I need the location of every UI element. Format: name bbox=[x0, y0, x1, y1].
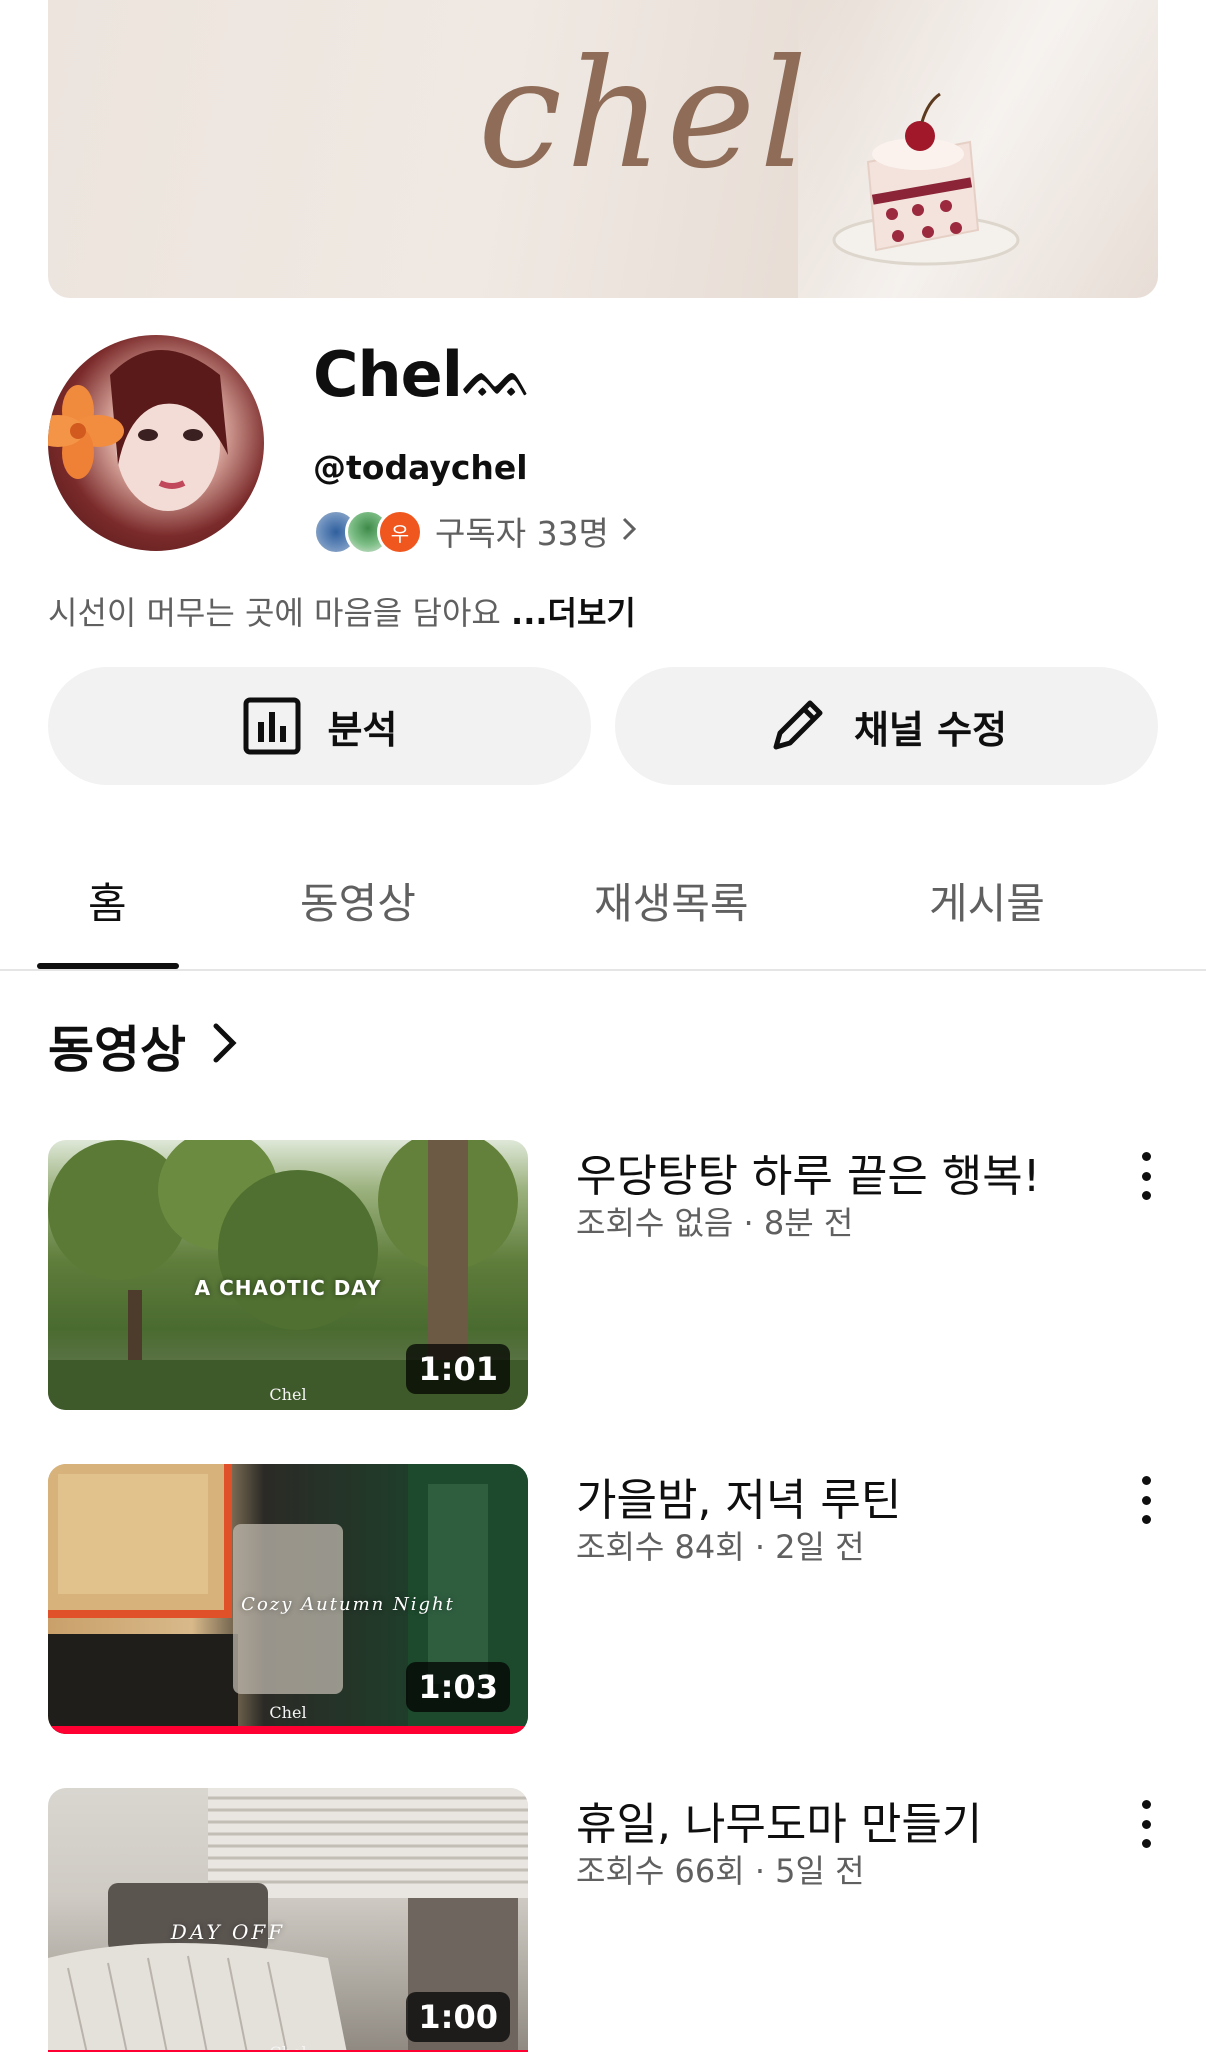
video-item[interactable]: Cozy Autumn Night Chel 1:03 가을밤, 저녁 루틴 조… bbox=[0, 1464, 1206, 1734]
channel-name-ornament: ᨐ bbox=[461, 338, 535, 411]
video-thumbnail[interactable]: A CHAOTIC DAY Chel 1:01 bbox=[48, 1140, 528, 1410]
tab-playlists[interactable]: 재생목록 bbox=[594, 870, 749, 931]
tab-posts[interactable]: 게시물 bbox=[929, 870, 1045, 931]
subscriber-avatars: 우 bbox=[313, 505, 425, 557]
pencil-icon bbox=[766, 695, 828, 757]
video-title[interactable]: 휴일, 나무도마 만들기 bbox=[576, 1788, 982, 1852]
channel-name: Chelᨐ bbox=[313, 338, 535, 412]
video-meta: 조회수 없음 · 8분 전 bbox=[576, 1204, 854, 1242]
video-duration: 1:03 bbox=[406, 1662, 510, 1712]
channel-tabs: 홈 동영상 재생목록 게시물 bbox=[0, 835, 1206, 971]
video-title[interactable]: 가을밤, 저녁 루틴 bbox=[576, 1464, 901, 1528]
edit-channel-button[interactable]: 채널 수정 bbox=[615, 667, 1158, 785]
video-item[interactable]: DAY OFF Chel 1:00 휴일, 나무도마 만들기 조회수 66회 ·… bbox=[0, 1788, 1206, 2052]
analytics-label: 분석 bbox=[327, 707, 398, 752]
video-meta: 조회수 84회 · 2일 전 bbox=[576, 1528, 865, 1566]
channel-name-text: Chel bbox=[313, 338, 463, 411]
video-thumbnail[interactable]: DAY OFF Chel 1:00 bbox=[48, 1788, 528, 2052]
video-meta: 조회수 66회 · 5일 전 bbox=[576, 1852, 865, 1890]
channel-banner: chel bbox=[48, 0, 1158, 298]
video-title[interactable]: 우당탕탕 하루 끝은 행복! bbox=[576, 1140, 1040, 1204]
banner-script-text: chel bbox=[478, 28, 812, 202]
bar-chart-icon bbox=[242, 696, 302, 756]
subscriber-avatar-letter: 우 bbox=[390, 521, 410, 546]
channel-handle: @todaychel bbox=[313, 448, 528, 487]
more-link[interactable]: ...더보기 bbox=[511, 594, 636, 632]
edit-channel-label: 채널 수정 bbox=[853, 707, 1008, 752]
thumbnail-overlay-title: Cozy Autumn Night bbox=[241, 1594, 455, 1615]
cake-illustration bbox=[832, 92, 1020, 266]
tab-videos[interactable]: 동영상 bbox=[300, 870, 416, 931]
video-thumbnail[interactable]: Cozy Autumn Night Chel 1:03 bbox=[48, 1464, 528, 1734]
thumbnail-overlay-title: DAY OFF bbox=[170, 1920, 286, 1944]
more-vert-icon[interactable] bbox=[1134, 1146, 1158, 1206]
watch-progress-bar bbox=[48, 1726, 528, 1734]
tab-home[interactable]: 홈 bbox=[88, 870, 127, 931]
chevron-right-icon bbox=[621, 512, 637, 550]
thumbnail-overlay-title: A CHAOTIC DAY bbox=[194, 1276, 382, 1300]
channel-avatar[interactable] bbox=[48, 335, 264, 551]
channel-description[interactable]: 시선이 머무는 곳에 마음을 담아요 ...더보기 bbox=[48, 588, 636, 634]
subscriber-avatar: 우 bbox=[377, 509, 423, 555]
analytics-button[interactable]: 분석 bbox=[48, 667, 591, 785]
video-item[interactable]: A CHAOTIC DAY Chel 1:01 우당탕탕 하루 끝은 행복! 조… bbox=[0, 1140, 1206, 1410]
active-tab-indicator bbox=[37, 963, 179, 969]
video-duration: 1:01 bbox=[406, 1344, 510, 1394]
more-vert-icon[interactable] bbox=[1134, 1794, 1158, 1854]
subscriber-count: 구독자 33명 bbox=[435, 514, 609, 553]
more-vert-icon[interactable] bbox=[1134, 1470, 1158, 1530]
avatar-portrait bbox=[48, 350, 228, 511]
section-title[interactable]: 동영상 bbox=[48, 1010, 186, 1082]
subscribers-row[interactable]: 우 구독자 33명 bbox=[313, 505, 637, 557]
chevron-right-icon[interactable] bbox=[208, 1018, 242, 1072]
video-duration: 1:00 bbox=[406, 1992, 510, 2042]
description-text: 시선이 머무는 곳에 마음을 담아요 bbox=[48, 594, 501, 632]
